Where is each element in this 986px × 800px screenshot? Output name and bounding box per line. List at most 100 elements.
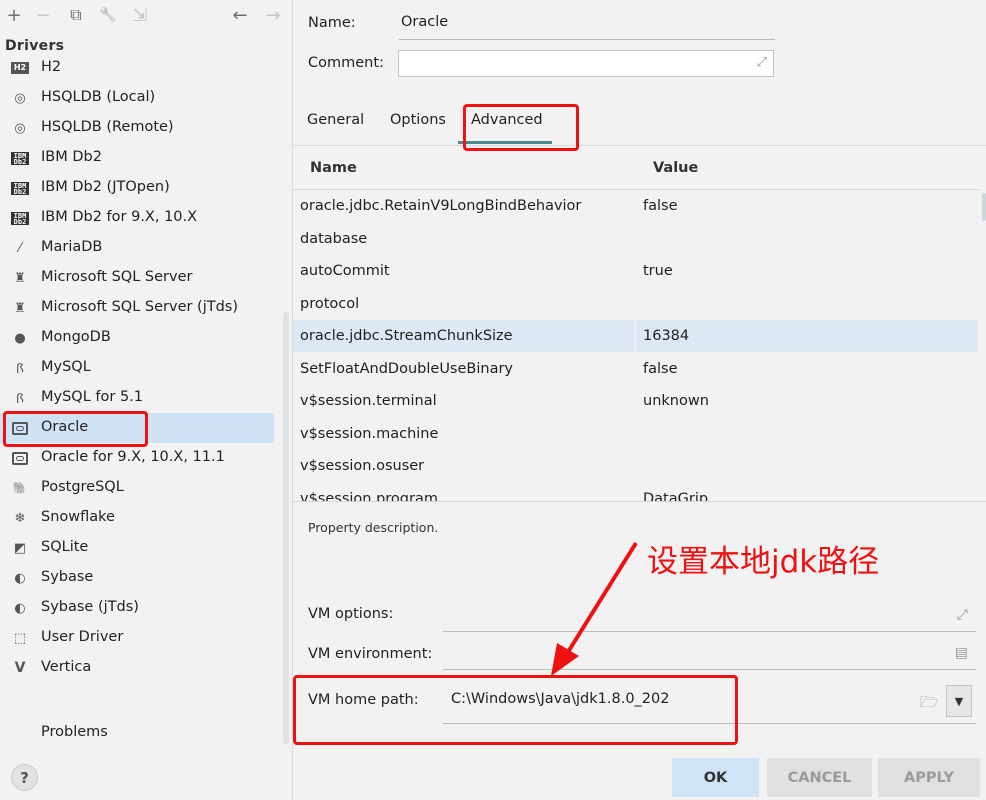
name-field[interactable]: Oracle bbox=[399, 14, 775, 40]
sidebar-item[interactable]: ♜ Microsoft SQL Server (jTds) bbox=[0, 293, 274, 323]
property-name: protocol bbox=[300, 295, 360, 312]
sidebar-item-label: User Driver bbox=[41, 629, 124, 645]
name-label: Name: bbox=[308, 15, 356, 31]
mssql-icon: ♜ bbox=[14, 270, 26, 286]
sidebar-scrollbar[interactable] bbox=[283, 312, 289, 744]
duplicate-icon[interactable]: ⧉ bbox=[65, 4, 87, 26]
ok-button[interactable]: OK bbox=[672, 758, 759, 797]
oracle-icon bbox=[11, 420, 29, 436]
sidebar-item-label: Microsoft SQL Server bbox=[41, 269, 193, 285]
property-value[interactable]: false bbox=[636, 190, 978, 222]
table-row[interactable]: database bbox=[293, 223, 979, 255]
sidebar-item-label: Oracle for 9.X, 10.X, 11.1 bbox=[41, 449, 225, 465]
property-value[interactable]: false bbox=[636, 353, 978, 385]
folder-icon[interactable]: 🗁 bbox=[920, 692, 939, 717]
back-icon[interactable]: ← bbox=[229, 4, 251, 26]
table-row[interactable]: v$session.terminal unknown bbox=[293, 385, 979, 417]
sqlite-icon: ◩ bbox=[13, 540, 27, 556]
table-row[interactable]: oracle.jdbc.StreamChunkSize 16384 bbox=[293, 320, 979, 352]
sidebar-item[interactable]: H2 H2 bbox=[0, 53, 274, 83]
sidebar-item[interactable]: ♜ Microsoft SQL Server bbox=[0, 263, 274, 293]
table-row[interactable]: SetFloatAndDoubleUseBinary false bbox=[293, 353, 979, 385]
sidebar-item-label: Sybase bbox=[41, 569, 94, 585]
sidebar-item[interactable]: ◎ HSQLDB (Remote) bbox=[0, 113, 274, 143]
expand-icon[interactable]: ⤢ bbox=[757, 55, 767, 70]
sidebar-item[interactable]: IBM Db2 IBM Db2 (JTOpen) bbox=[0, 173, 274, 203]
forward-icon[interactable]: → bbox=[262, 4, 284, 26]
document-icon[interactable]: ▤ bbox=[955, 645, 968, 661]
table-scrollbar[interactable] bbox=[982, 193, 986, 221]
sidebar-item-label: HSQLDB (Remote) bbox=[41, 119, 174, 135]
active-tab-indicator bbox=[458, 141, 552, 144]
table-row[interactable]: v$session.machine bbox=[293, 418, 979, 450]
sidebar-item-label: SQLite bbox=[41, 539, 89, 555]
cancel-button[interactable]: CANCEL bbox=[767, 758, 872, 797]
property-name: SetFloatAndDoubleUseBinary bbox=[300, 360, 513, 377]
property-value[interactable] bbox=[636, 288, 978, 320]
help-button[interactable]: ? bbox=[11, 764, 38, 791]
sidebar-item-label: MySQL bbox=[41, 359, 91, 375]
table-header: Name Value bbox=[293, 146, 979, 190]
sidebar-item[interactable]: Oracle for 9.X, 10.X, 11.1 bbox=[0, 443, 274, 473]
column-header-name[interactable]: Name bbox=[310, 160, 357, 176]
expand-icon[interactable]: ⤢ bbox=[957, 607, 968, 623]
hsqldb-icon: ◎ bbox=[14, 120, 26, 136]
sidebar-item[interactable]: ꟗ MySQL bbox=[0, 353, 274, 383]
postgresql-icon: 🐘 bbox=[12, 481, 28, 495]
sidebar-item[interactable]: ꟗ MySQL for 5.1 bbox=[0, 383, 274, 413]
column-header-value[interactable]: Value bbox=[653, 160, 698, 176]
sidebar-item[interactable]: ◐ Sybase (jTds) bbox=[0, 593, 274, 623]
wrench-icon[interactable]: 🔧 bbox=[97, 4, 119, 26]
comment-field[interactable]: ⤢ bbox=[398, 50, 774, 77]
table-row[interactable]: v$session.program DataGrip bbox=[293, 483, 979, 502]
ibm-badge: IBM Db2 bbox=[11, 211, 29, 225]
table-row[interactable]: oracle.jdbc.RetainV9LongBindBehavior fals… bbox=[293, 190, 979, 222]
sybase-icon: ◐ bbox=[14, 600, 26, 616]
sidebar-item-label: IBM Db2 (JTOpen) bbox=[41, 179, 170, 195]
sidebar-item[interactable]: ⬚ User Driver bbox=[0, 623, 274, 653]
sidebar-item[interactable]: Oracle bbox=[0, 413, 274, 443]
property-value[interactable]: 16384 bbox=[636, 320, 978, 352]
add-icon[interactable]: + bbox=[3, 4, 25, 26]
vm-environment-field[interactable]: ▤ bbox=[443, 642, 976, 670]
property-value[interactable] bbox=[636, 223, 978, 255]
property-value[interactable]: true bbox=[636, 255, 978, 287]
sidebar-item[interactable]: ◎ HSQLDB (Local) bbox=[0, 83, 274, 113]
vm-home-path-value: C:\Windows\Java\jdk1.8.0_202 bbox=[451, 691, 670, 707]
table-row[interactable]: autoCommit true bbox=[293, 255, 979, 287]
property-value[interactable] bbox=[636, 450, 978, 482]
sybase-icon: ◐ bbox=[14, 570, 26, 586]
sidebar-item[interactable]: IBM Db2 IBM Db2 bbox=[0, 143, 274, 173]
property-value[interactable]: DataGrip bbox=[636, 483, 978, 502]
oracle-glyph bbox=[12, 421, 28, 435]
sidebar-item[interactable]: ◩ SQLite bbox=[0, 533, 274, 563]
sidebar-item[interactable]: ◐ Sybase bbox=[0, 563, 274, 593]
table-row[interactable]: protocol bbox=[293, 288, 979, 320]
tab-general[interactable]: General bbox=[307, 112, 364, 128]
property-name: v$session.machine bbox=[300, 425, 439, 442]
table-row[interactable]: v$session.osuser bbox=[293, 450, 979, 482]
sidebar-item[interactable]: ❄ Snowflake bbox=[0, 503, 274, 533]
sidebar-item[interactable]: IBM Db2 IBM Db2 for 9.X, 10.X bbox=[0, 203, 274, 233]
property-value[interactable]: unknown bbox=[636, 385, 978, 417]
h2-icon: H2 bbox=[11, 60, 29, 76]
ibm-badge: IBM Db2 bbox=[11, 151, 29, 165]
sidebar-item[interactable]: ⁄ MariaDB bbox=[0, 233, 274, 263]
sidebar-item-label: MongoDB bbox=[41, 329, 111, 345]
property-value[interactable] bbox=[636, 418, 978, 450]
sidebar-item-label: Snowflake bbox=[41, 509, 115, 525]
tab-advanced[interactable]: Advanced bbox=[471, 112, 543, 128]
vm-options-field[interactable]: ⤢ bbox=[443, 604, 976, 632]
remove-icon[interactable]: − bbox=[32, 4, 54, 26]
problems-item[interactable]: Problems bbox=[41, 724, 108, 740]
tab-options[interactable]: Options bbox=[390, 112, 446, 128]
chevron-down-icon[interactable]: ▼ bbox=[946, 685, 972, 717]
sidebar-item[interactable]: V Vertica bbox=[0, 653, 274, 683]
sidebar-item[interactable]: 🐘 PostgreSQL bbox=[0, 473, 274, 503]
sidebar-item[interactable]: ● MongoDB bbox=[0, 323, 274, 353]
vm-options-label: VM options: bbox=[308, 606, 394, 622]
apply-button[interactable]: APPLY bbox=[878, 758, 980, 797]
ibm-badge: IBM Db2 bbox=[11, 181, 29, 195]
property-name: v$session.osuser bbox=[300, 458, 425, 474]
move-to-icon[interactable]: ⇲ bbox=[129, 4, 151, 26]
